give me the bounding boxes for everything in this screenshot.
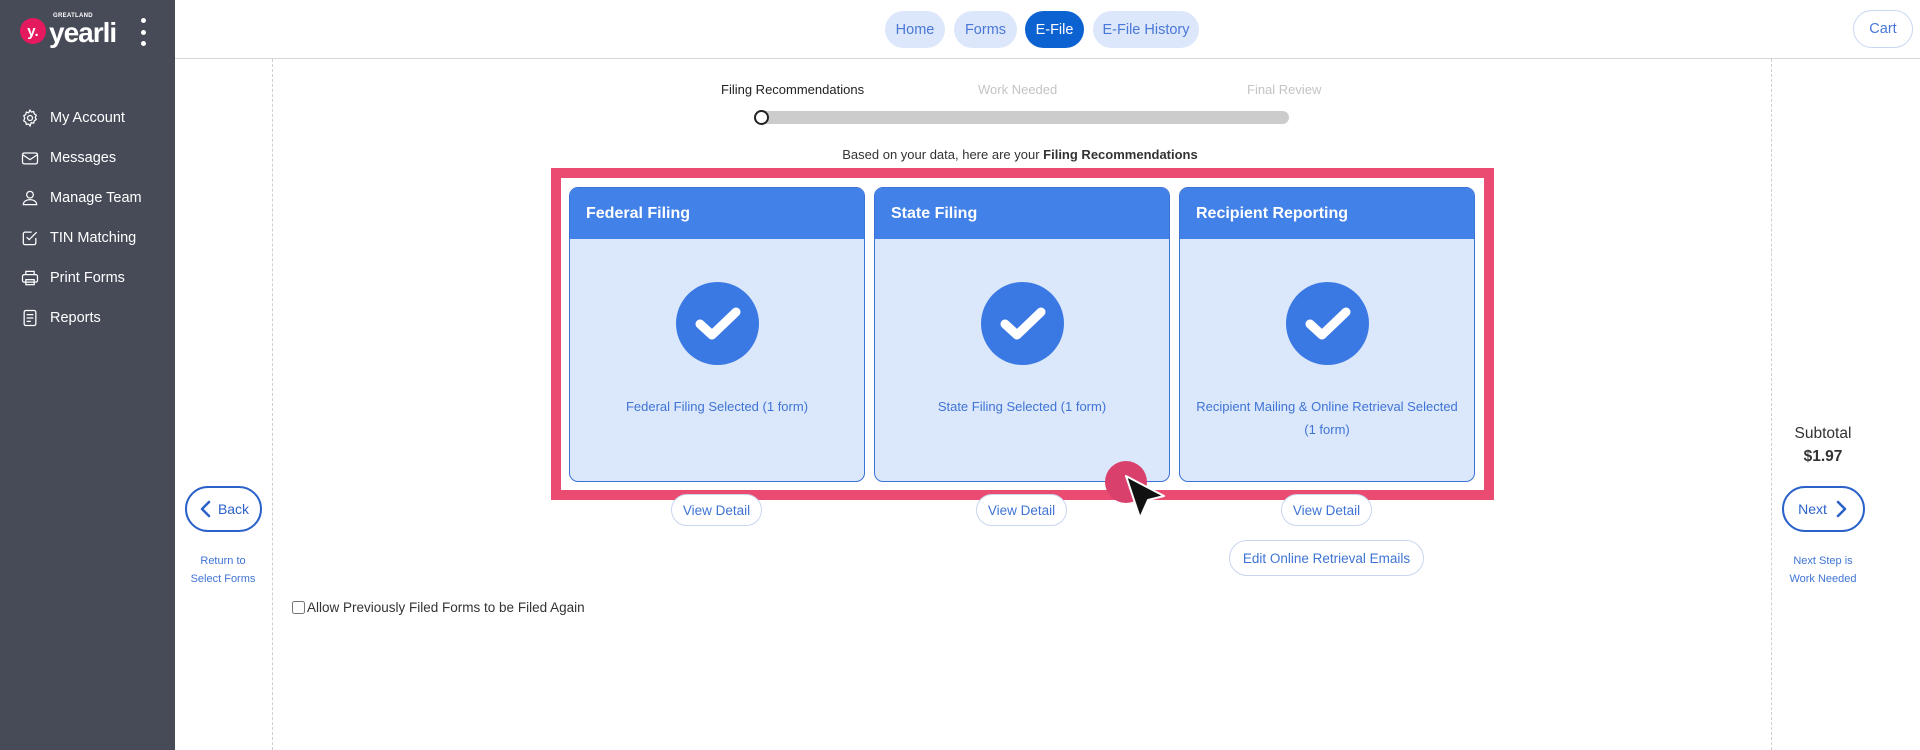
allow-refile-checkbox[interactable]	[292, 601, 305, 614]
sidebar-nav: My Account Messages Manage Team TIN Matc…	[20, 98, 170, 338]
subtotal-value: $1.97	[1803, 448, 1843, 465]
step-final-review: Final Review	[1247, 82, 1322, 97]
tab-forms[interactable]: Forms	[954, 11, 1017, 48]
top-header: Home Forms E-File E-File History Cart	[175, 0, 1920, 59]
checkmark-icon	[1286, 282, 1369, 365]
step-filing-recommendations: Filing Recommendations	[721, 82, 865, 97]
tab-e-file[interactable]: E-File	[1025, 11, 1084, 48]
tab-e-file-history[interactable]: E-File History	[1093, 11, 1199, 48]
sidebar-item-label: Manage Team	[50, 190, 142, 206]
logo-brand: GREATLAND	[53, 13, 93, 19]
chevron-left-icon	[200, 500, 211, 518]
allow-refile-option[interactable]: Allow Previously Filed Forms to be Filed…	[292, 600, 585, 615]
sidebar-item-label: Reports	[50, 310, 101, 326]
card-title: Federal Filing	[570, 188, 864, 239]
card-title: Recipient Reporting	[1180, 188, 1474, 239]
next-button[interactable]: Next	[1782, 486, 1865, 532]
chevron-right-icon	[1836, 500, 1847, 518]
logo-text: yearli	[49, 17, 117, 48]
sidebar-item-label: Print Forms	[50, 270, 125, 286]
checkbox-icon	[22, 231, 38, 246]
user-icon	[22, 190, 38, 206]
checkmark-icon	[981, 282, 1064, 365]
next-label: Next	[1798, 501, 1827, 517]
card-status: State Filing Selected (1 form)	[937, 399, 1107, 414]
more-menu-icon[interactable]	[138, 18, 148, 46]
card-state-filing[interactable]: State Filing State Filing Selected (1 fo…	[874, 187, 1170, 482]
card-status: Recipient Mailing & Online Retrieval Sel…	[1196, 399, 1458, 437]
gear-icon	[22, 108, 38, 128]
edit-online-retrieval-emails-button[interactable]: Edit Online Retrieval Emails	[1229, 540, 1424, 576]
card-title: State Filing	[875, 188, 1169, 239]
back-label: Back	[217, 501, 250, 517]
content-divider-left	[272, 59, 273, 750]
tab-home[interactable]: Home	[885, 11, 945, 48]
subtotal-label: Subtotal	[1794, 425, 1852, 442]
next-note: Next Step is Work Needed	[1789, 555, 1857, 585]
sidebar-item-tin-matching[interactable]: TIN Matching	[20, 218, 170, 258]
view-detail-state-button[interactable]: View Detail	[976, 494, 1067, 526]
sidebar-item-print-forms[interactable]: Print Forms	[20, 258, 170, 298]
card-status: Federal Filing Selected (1 form)	[625, 399, 809, 414]
sidebar: y. GREATLAND yearli My Account Messages …	[0, 0, 175, 750]
printer-icon	[21, 270, 39, 286]
sidebar-item-label: TIN Matching	[50, 230, 137, 246]
checkmark-icon	[676, 282, 759, 365]
logo[interactable]: y. GREATLAND yearli	[20, 13, 117, 48]
progress-track	[755, 111, 1289, 124]
cart-button[interactable]: Cart	[1853, 10, 1913, 48]
back-button[interactable]: Back	[185, 486, 262, 532]
progress-indicator	[754, 110, 769, 125]
recommendations-intro: Based on your data, here are your Filing…	[842, 147, 1198, 162]
sidebar-item-manage-team[interactable]: Manage Team	[20, 178, 170, 218]
allow-refile-label: Allow Previously Filed Forms to be Filed…	[307, 600, 585, 615]
intro-emphasis: Filing Recommendations	[1043, 147, 1198, 162]
sidebar-item-reports[interactable]: Reports	[20, 298, 170, 338]
sidebar-item-my-account[interactable]: My Account	[20, 98, 170, 138]
content-divider-right	[1771, 59, 1772, 750]
step-work-needed: Work Needed	[978, 82, 1058, 97]
mouse-pointer-icon	[1125, 475, 1165, 519]
view-detail-federal-button[interactable]: View Detail	[671, 494, 762, 526]
logo-mark: y.	[20, 18, 46, 44]
back-note: Return to Select Forms	[190, 555, 256, 585]
view-detail-recipient-button[interactable]: View Detail	[1281, 494, 1372, 526]
card-recipient-reporting[interactable]: Recipient Reporting Recipient Mailing & …	[1179, 187, 1475, 482]
sidebar-item-label: My Account	[50, 110, 125, 126]
card-federal-filing[interactable]: Federal Filing Federal Filing Selected (…	[569, 187, 865, 482]
document-icon	[23, 309, 37, 327]
